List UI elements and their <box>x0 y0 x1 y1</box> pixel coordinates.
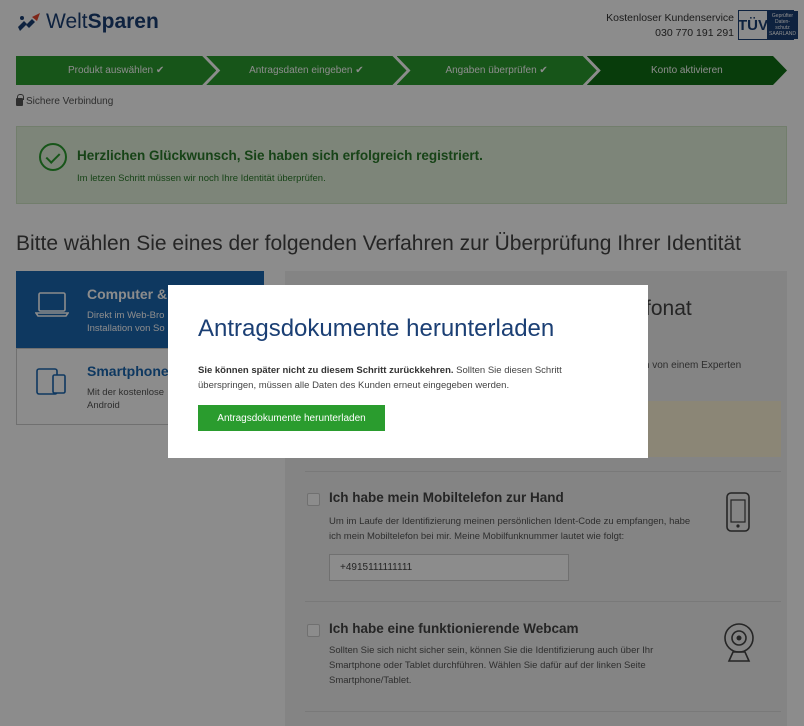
modal-text: Sie können später nicht zu diesem Schrit… <box>198 365 562 391</box>
modal-title: Antragsdokumente herunterladen <box>198 315 555 342</box>
download-documents-modal: Antragsdokumente herunterladen Sie könne… <box>168 285 648 458</box>
download-documents-button[interactable]: Antragsdokumente herunterladen <box>198 405 385 431</box>
